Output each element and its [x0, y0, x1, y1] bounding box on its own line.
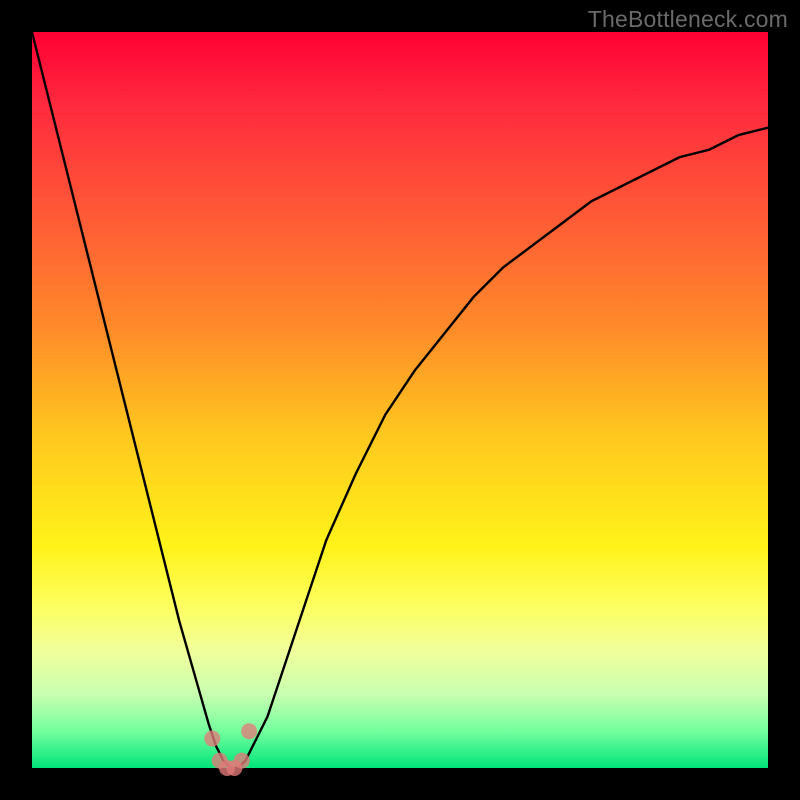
- watermark-text: TheBottleneck.com: [588, 6, 788, 33]
- curve-markers: [204, 723, 257, 776]
- curve-marker: [204, 731, 220, 747]
- bottleneck-curve: [32, 32, 768, 768]
- curve-marker: [241, 723, 257, 739]
- plot-area: [32, 32, 768, 768]
- curve-marker: [234, 753, 250, 769]
- chart-frame: TheBottleneck.com: [0, 0, 800, 800]
- curve-line: [32, 32, 768, 768]
